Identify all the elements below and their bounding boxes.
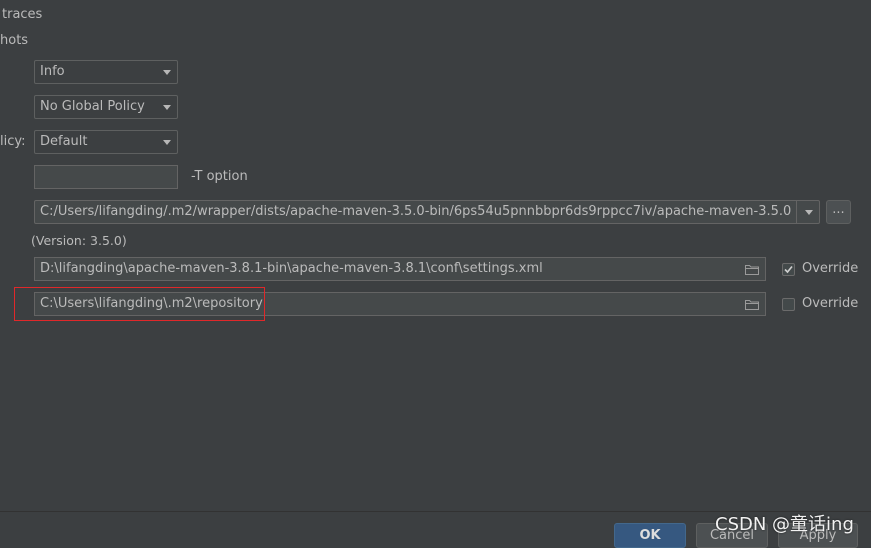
settings-override-label: Override (802, 261, 859, 276)
maven-home-path: C:/Users/lifangding/.m2/wrapper/dists/ap… (40, 204, 792, 219)
user-settings-file-field[interactable]: D:\lifangding\apache-maven-3.8.1-bin\apa… (34, 257, 766, 281)
chevron-down-icon (163, 140, 171, 145)
print-stack-traces-label: traces (2, 7, 43, 22)
global-policy-combo[interactable]: No Global Policy (34, 95, 178, 119)
chevron-down-icon (805, 210, 813, 215)
repository-override-checkbox[interactable] (782, 298, 795, 311)
chevron-down-icon (163, 105, 171, 110)
footer-divider (0, 511, 871, 512)
csdn-watermark: CSDN @童话ing (715, 514, 854, 535)
snapshots-label: hots (0, 33, 29, 48)
output-level-combo[interactable]: Info (34, 60, 178, 84)
checkmark-icon (784, 265, 793, 274)
browse-button-label: ... (832, 202, 845, 217)
repository-override-label: Override (802, 296, 859, 311)
chevron-down-icon (163, 70, 171, 75)
folder-icon[interactable] (745, 299, 759, 310)
checksum-policy-label: licy: (0, 134, 26, 149)
settings-file-path: D:\lifangding\apache-maven-3.8.1-bin\apa… (40, 261, 543, 276)
maven-version-label: (Version: 3.5.0) (31, 233, 127, 248)
settings-override-checkbox[interactable] (782, 263, 795, 276)
folder-icon[interactable] (745, 264, 759, 275)
highlight-annotation-box (14, 287, 265, 321)
output-level-value: Info (40, 64, 65, 79)
threads-input[interactable] (34, 165, 178, 189)
ok-button-label: OK (639, 528, 661, 543)
browse-maven-home-button[interactable]: ... (826, 200, 851, 224)
maven-home-combo[interactable]: C:/Users/lifangding/.m2/wrapper/dists/ap… (34, 200, 820, 224)
checksum-policy-value: Default (40, 134, 88, 149)
global-policy-value: No Global Policy (40, 99, 145, 114)
combo-divider (796, 201, 797, 223)
t-option-label: -T option (191, 169, 248, 184)
ok-button[interactable]: OK (614, 523, 686, 548)
checksum-policy-combo[interactable]: Default (34, 130, 178, 154)
